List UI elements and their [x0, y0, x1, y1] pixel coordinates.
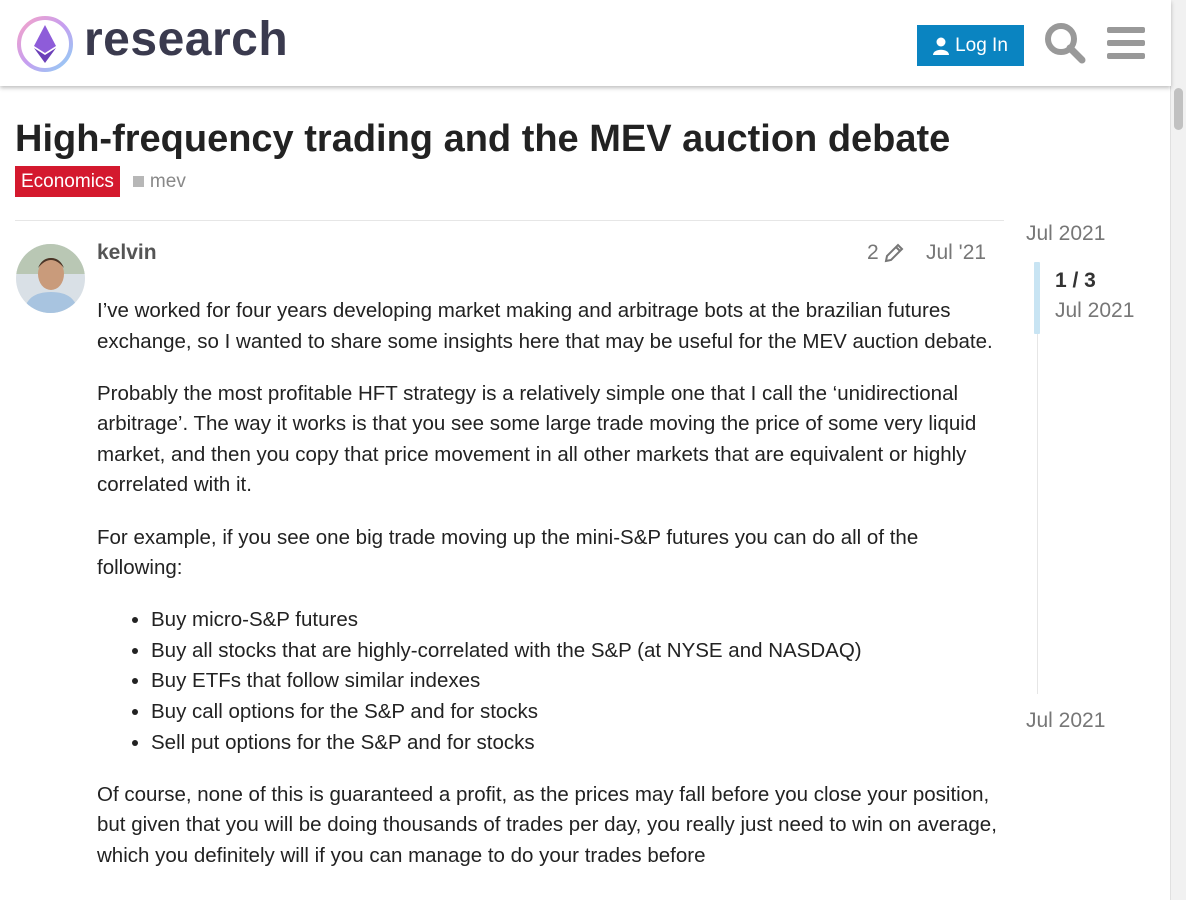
list-item: Buy call options for the S&P and for sto…: [151, 697, 997, 728]
tag-square-icon: [132, 176, 144, 187]
page-scrollbar[interactable]: [1170, 0, 1186, 900]
search-icon[interactable]: [1044, 22, 1086, 64]
research-logo-icon[interactable]: [16, 15, 74, 73]
edit-history-button[interactable]: 2: [867, 241, 905, 265]
post-paragraph: Probably the most profitable HFT strateg…: [97, 381, 977, 497]
post-date[interactable]: Jul '21: [926, 241, 986, 265]
post-paragraph: Of course, none of this is guaranteed a …: [97, 782, 997, 867]
user-icon: [933, 37, 950, 55]
timeline-start-date[interactable]: Jul 2021: [1026, 222, 1105, 246]
site-logo-text[interactable]: research: [84, 12, 288, 67]
login-label: Log In: [955, 34, 1008, 56]
post-paragraph: For example, if you see one big trade mo…: [97, 525, 919, 580]
topic-divider: [15, 220, 1004, 221]
timeline-scroll-handle[interactable]: [1034, 262, 1040, 334]
timeline-current-date: Jul 2021: [1055, 299, 1135, 322]
edit-count: 2: [867, 241, 879, 264]
list-item: Buy micro-S&P futures: [151, 605, 997, 636]
topic-tags: Economics mev: [15, 166, 186, 197]
scrollbar-thumb[interactable]: [1174, 88, 1183, 130]
timeline-end-date[interactable]: Jul 2021: [1026, 709, 1105, 733]
timeline-position: 1 / 3: [1055, 269, 1096, 292]
tag-label: mev: [149, 170, 186, 192]
list-item: Buy all stocks that are highly-correlate…: [151, 636, 997, 667]
post-body: I’ve worked for four years developing ma…: [97, 296, 997, 893]
hamburger-menu-icon[interactable]: [1106, 22, 1146, 64]
list-item: Buy ETFs that follow similar indexes: [151, 666, 997, 697]
list-item: Sell put options for the S&P and for sto…: [151, 728, 997, 759]
tag-mev[interactable]: mev: [132, 170, 186, 193]
author-avatar[interactable]: [16, 244, 85, 313]
post-author[interactable]: kelvin: [97, 241, 157, 265]
site-header: research Log In: [0, 0, 1171, 86]
post-list: Buy micro-S&P futures Buy all stocks tha…: [97, 605, 997, 758]
pencil-icon: [884, 243, 904, 263]
login-button[interactable]: Log In: [917, 25, 1024, 66]
category-badge[interactable]: Economics: [15, 166, 120, 197]
post-paragraph: I’ve worked for four years developing ma…: [97, 299, 993, 353]
topic-title[interactable]: High-frequency trading and the MEV aucti…: [15, 118, 950, 161]
